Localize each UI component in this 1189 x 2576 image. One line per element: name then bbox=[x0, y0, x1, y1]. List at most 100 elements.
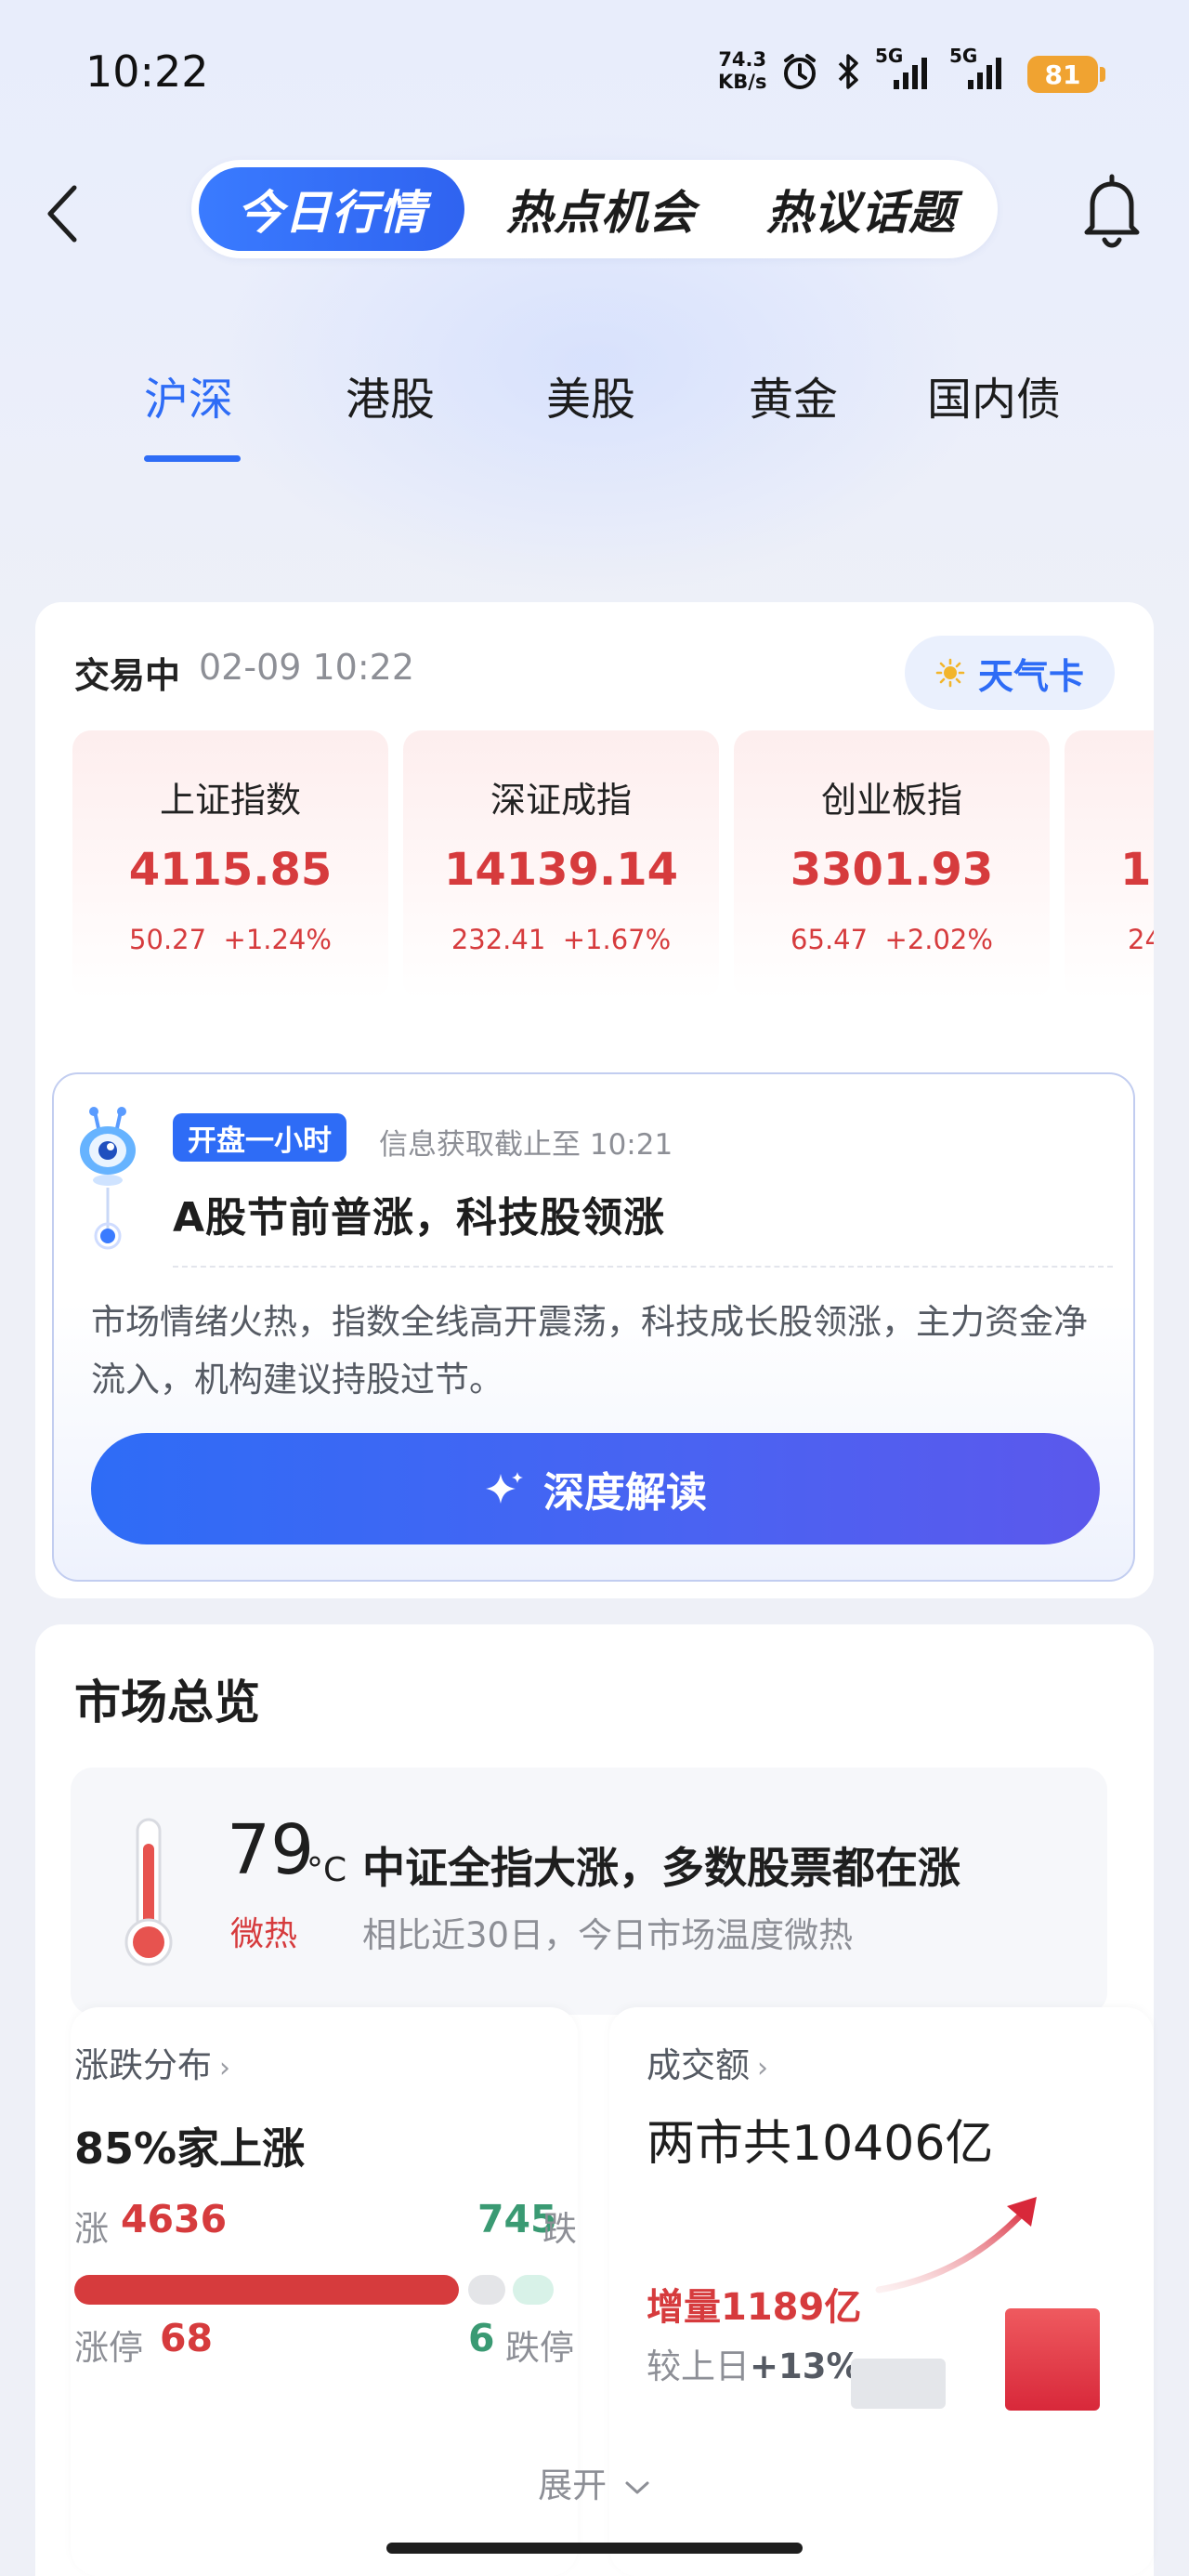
temperature-level: 微热 bbox=[230, 1915, 298, 1953]
tab-us-stocks[interactable]: 美股 bbox=[546, 362, 635, 427]
index-card-partial[interactable]: 1 24 bbox=[1065, 730, 1154, 1000]
active-tab-indicator bbox=[144, 455, 241, 462]
index-row: 上证指数 4115.85 50.27 +1.24% 深证成指 14139.14 … bbox=[72, 730, 1154, 1000]
up-percentage: 85%家上涨 bbox=[74, 2123, 306, 2174]
signal1-label: 5G bbox=[875, 45, 904, 67]
trade-status: 交易中 bbox=[74, 655, 181, 696]
brief-meta: 信息获取截止至 10:21 bbox=[379, 1128, 673, 1162]
down-bar bbox=[513, 2275, 554, 2305]
distribution-label[interactable]: 涨跌分布 › bbox=[74, 2037, 230, 2087]
brief-body: 市场情绪火热，指数全线高开震荡，科技成长股领涨，主力资金净流入，机构建议持股过节… bbox=[91, 1302, 1088, 1400]
temperature-subtext: 相比近30日，今日市场温度微热 bbox=[362, 1915, 854, 1955]
segment-switcher: 今日行情 热点机会 热议话题 bbox=[191, 160, 998, 258]
weather-card-button[interactable]: 天气卡 bbox=[905, 636, 1115, 710]
volume-comparison-chart bbox=[851, 2197, 1100, 2411]
expand-label: 展开 bbox=[538, 2465, 608, 2505]
index-change: 50.27 +1.24% bbox=[72, 924, 388, 955]
chevron-right-icon: › bbox=[219, 2052, 230, 2084]
bluetooth-icon bbox=[832, 50, 864, 93]
overview-title: 市场总览 bbox=[74, 1676, 260, 1729]
net-speed-value: 74.3 bbox=[718, 48, 767, 71]
index-name: 创业板指 bbox=[820, 780, 962, 821]
index-change: 24 bbox=[1128, 924, 1154, 955]
tab-domestic-bonds[interactable]: 国内债 bbox=[927, 362, 1061, 427]
alarm-icon bbox=[778, 50, 821, 93]
segment-hot-topics[interactable]: 热议话题 bbox=[728, 167, 994, 251]
flat-bar bbox=[468, 2275, 505, 2305]
trade-timestamp: 02-09 10:22 bbox=[199, 647, 415, 688]
net-speed-unit: KB/s bbox=[718, 71, 767, 93]
net-speed: 74.3 KB/s bbox=[718, 48, 766, 93]
temperature-headline: 中证全指大涨，多数股票都在涨 bbox=[362, 1843, 960, 1893]
status-time: 10:22 bbox=[85, 46, 209, 97]
index-card[interactable]: 上证指数 4115.85 50.27 +1.24% bbox=[72, 730, 388, 1000]
limit-down-count: 6 bbox=[468, 2316, 495, 2360]
index-change-abs: 232.41 bbox=[451, 924, 546, 955]
distribution-label-text: 涨跌分布 bbox=[74, 2045, 212, 2085]
tab-shanghai-shenzhen[interactable]: 沪深 bbox=[144, 362, 233, 427]
down-label: 跌 bbox=[542, 2209, 577, 2249]
index-change-pct: +1.67% bbox=[562, 924, 672, 955]
index-change-pct: +2.02% bbox=[884, 924, 993, 955]
bell-icon[interactable] bbox=[1078, 169, 1146, 249]
divider bbox=[173, 1266, 1113, 1268]
market-brief: 开盘一小时 信息获取截止至 10:21 A股节前普涨，科技股领涨 市场情绪火热，… bbox=[52, 1072, 1135, 1582]
volume-compare-value: +13% bbox=[750, 2346, 861, 2386]
index-change-pct: +1.24% bbox=[223, 924, 332, 955]
back-button[interactable] bbox=[39, 178, 91, 249]
index-card[interactable]: 深证成指 14139.14 232.41 +1.67% bbox=[403, 730, 719, 1000]
limit-down-label: 跌停 bbox=[505, 2328, 574, 2368]
signal-icon-2: 5G bbox=[947, 45, 1016, 93]
brief-badge: 开盘一小时 bbox=[173, 1113, 346, 1162]
weather-card-label: 天气卡 bbox=[977, 655, 1084, 697]
segment-today-market[interactable]: 今日行情 bbox=[199, 167, 464, 251]
volume-compare: 较上日+13% bbox=[647, 2338, 861, 2388]
signal-icon: 5G bbox=[873, 45, 942, 93]
market-overview-card: 市场总览 79 °C 微热 中证全指大涨，多数股票都在涨 相比近30日，今日市场… bbox=[35, 1624, 1154, 2576]
growth-arrow bbox=[875, 2202, 1033, 2293]
tab-hk-stocks[interactable]: 港股 bbox=[346, 362, 435, 427]
chevron-down-icon bbox=[625, 2481, 649, 2493]
up-bar bbox=[74, 2275, 459, 2305]
market-card: 交易中 02-09 10:22 天气卡 上证指数 4115.85 50.27 +… bbox=[35, 602, 1154, 1598]
volume-label[interactable]: 成交额 › bbox=[647, 2037, 768, 2087]
index-card[interactable]: 创业板指 3301.93 65.47 +2.02% bbox=[734, 730, 1050, 1000]
index-name: 上证指数 bbox=[159, 780, 301, 821]
expand-button[interactable]: 展开 bbox=[35, 2457, 1154, 2507]
volume-label-text: 成交额 bbox=[647, 2045, 750, 2085]
battery-tip bbox=[1100, 67, 1105, 82]
yesterday-volume-bar bbox=[851, 2359, 946, 2409]
volume-compare-label: 较上日 bbox=[647, 2346, 750, 2386]
limit-up-label: 涨停 bbox=[74, 2328, 143, 2368]
thermometer-icon bbox=[121, 1816, 176, 1968]
home-indicator[interactable] bbox=[386, 2543, 803, 2554]
up-count: 4636 bbox=[121, 2197, 228, 2241]
sun-icon bbox=[935, 658, 965, 688]
index-value: 3301.93 bbox=[790, 844, 994, 896]
status-bar: 10:22 74.3 KB/s 5G 5G 81 bbox=[0, 0, 1189, 149]
signal2-label: 5G bbox=[949, 45, 978, 67]
index-value: 14139.14 bbox=[443, 844, 679, 896]
market-temperature[interactable]: 79 °C 微热 中证全指大涨，多数股票都在涨 相比近30日，今日市场温度微热 bbox=[71, 1768, 1107, 2015]
index-change-abs: 65.47 bbox=[790, 924, 869, 955]
volume-headline: 两市共10406亿 bbox=[647, 2116, 994, 2172]
sparkle-icon bbox=[486, 1472, 523, 1504]
chevron-right-icon: › bbox=[757, 2052, 768, 2084]
index-value: 4115.85 bbox=[128, 844, 333, 896]
up-label: 涨 bbox=[74, 2209, 109, 2249]
market-tabs: 沪深 港股 美股 黄金 国内债 bbox=[0, 353, 1189, 465]
temperature-unit: °C bbox=[307, 1851, 347, 1889]
robot-mascot-icon bbox=[74, 1106, 141, 1255]
index-name: 深证成指 bbox=[490, 780, 632, 821]
tab-gold[interactable]: 黄金 bbox=[749, 362, 838, 427]
index-change: 232.41 +1.67% bbox=[403, 924, 719, 955]
brief-title: A股节前普涨，科技股领涨 bbox=[173, 1194, 666, 1242]
deep-analysis-button[interactable]: 深度解读 bbox=[91, 1433, 1100, 1544]
today-volume-bar bbox=[1005, 2308, 1100, 2411]
volume-increase: 增量1189亿 bbox=[647, 2286, 862, 2329]
limit-up-count: 68 bbox=[160, 2316, 214, 2360]
segment-hot-opportunities[interactable]: 热点机会 bbox=[468, 167, 734, 251]
index-change-abs: 50.27 bbox=[129, 924, 207, 955]
battery-icon: 81 bbox=[1027, 56, 1098, 93]
temperature-value: 79 bbox=[227, 1810, 315, 1890]
